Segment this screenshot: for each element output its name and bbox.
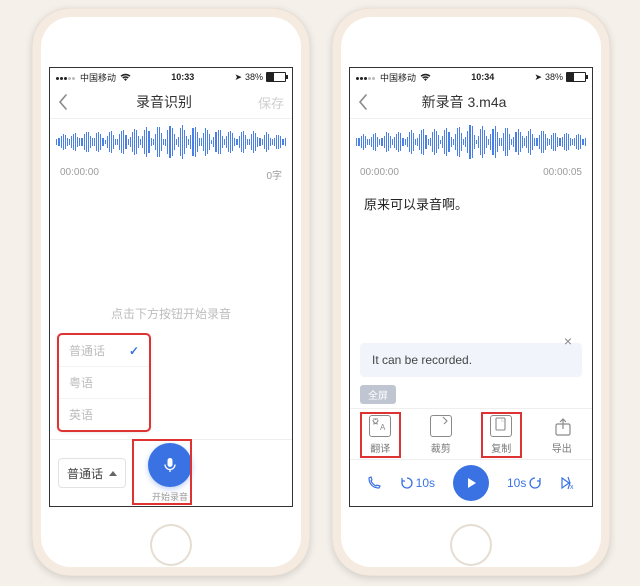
battery-text: 38%	[545, 72, 563, 82]
home-button[interactable]	[150, 524, 192, 566]
action-label: 裁剪	[431, 440, 451, 455]
check-icon: ✓	[129, 344, 139, 358]
char-count: 0字	[266, 167, 282, 182]
carrier-label: 中国移动	[80, 71, 116, 84]
translate-icon: A	[369, 415, 391, 437]
fullscreen-chip-label: 全屏	[360, 385, 396, 404]
language-option-english[interactable]: 英语	[59, 399, 149, 430]
record-button[interactable]	[148, 443, 192, 487]
status-bar: 中国移动 10:33 ➤ 38%	[50, 68, 292, 86]
waveform	[50, 119, 292, 165]
language-option-label: 普通话	[69, 342, 105, 359]
language-select-label: 普通话	[67, 465, 103, 482]
save-button[interactable]: 保存	[244, 93, 284, 112]
wifi-icon	[120, 73, 131, 82]
skip-forward-label: 10s	[507, 476, 526, 490]
svg-text:A: A	[380, 423, 386, 432]
back-button[interactable]	[358, 94, 384, 110]
transcript-text[interactable]: 原来可以录音啊。	[350, 184, 592, 213]
trim-button[interactable]: 裁剪	[411, 415, 472, 455]
translation-panel: × It can be recorded.	[360, 343, 582, 377]
close-translation-button[interactable]: ×	[560, 329, 576, 353]
transcript-placeholder: 点击下方按钮开始录音 普通话 ✓ 粤语 英语	[50, 188, 292, 439]
back-button[interactable]	[58, 94, 84, 110]
time-end: 00:00:05	[543, 167, 582, 178]
battery-icon	[566, 72, 586, 82]
location-icon: ➤	[234, 72, 242, 83]
action-label: 复制	[491, 440, 511, 455]
language-option-mandarin[interactable]: 普通话 ✓	[59, 335, 149, 367]
record-label: 开始录音	[152, 490, 188, 503]
trim-icon	[430, 415, 452, 437]
playback-row: 10s 10s x	[350, 459, 592, 506]
wifi-icon	[420, 73, 431, 82]
copy-button[interactable]: 复制	[471, 415, 532, 455]
action-label: 翻译	[370, 440, 390, 455]
battery-text: 38%	[245, 72, 263, 82]
home-button[interactable]	[450, 524, 492, 566]
translation-text: It can be recorded.	[372, 353, 472, 367]
nav-bar: 录音识别 保存	[50, 86, 292, 119]
clock: 10:33	[135, 72, 230, 82]
carrier-label: 中国移动	[380, 71, 416, 84]
language-option-cantonese[interactable]: 粤语	[59, 367, 149, 399]
page-title: 新录音 3.m4a	[384, 92, 544, 112]
svg-text:x: x	[570, 484, 574, 491]
microphone-icon	[161, 456, 179, 474]
language-select[interactable]: 普通话	[58, 458, 126, 488]
copy-icon	[490, 415, 512, 437]
time-start: 00:00:00	[360, 167, 399, 178]
skip-back-button[interactable]: 10s	[400, 476, 435, 490]
chevron-up-icon	[109, 471, 117, 476]
signal-icon	[356, 72, 376, 82]
placeholder-text: 点击下方按钮开始录音	[111, 305, 231, 322]
screen-left: 中国移动 10:33 ➤ 38% 录音识别 保存	[49, 67, 293, 507]
clock: 10:34	[435, 72, 530, 82]
battery-icon	[266, 72, 286, 82]
time-row: 00:00:00 0字	[50, 165, 292, 188]
translate-button[interactable]: A 翻译	[350, 415, 411, 455]
location-icon: ➤	[534, 72, 542, 83]
action-label: 导出	[552, 440, 572, 455]
phone-frame-left: 中国移动 10:33 ➤ 38% 录音识别 保存	[32, 8, 310, 576]
bottom-bar: 普通话 开始录音	[50, 439, 292, 506]
fullscreen-chip[interactable]: 全屏	[360, 385, 396, 404]
signal-icon	[56, 72, 76, 82]
time-start: 00:00:00	[60, 167, 99, 182]
voice-call-button[interactable]	[366, 475, 382, 491]
status-bar: 中国移动 10:34 ➤ 38%	[350, 68, 592, 86]
screen-right: 中国移动 10:34 ➤ 38% 新录音 3.m4a	[349, 67, 593, 507]
export-button[interactable]: 导出	[532, 415, 593, 455]
nav-bar: 新录音 3.m4a	[350, 86, 592, 119]
page-title: 录音识别	[84, 92, 244, 112]
language-option-label: 英语	[69, 406, 93, 423]
play-button[interactable]	[453, 465, 489, 501]
speed-button[interactable]: x	[560, 475, 576, 491]
phone-frame-right: 中国移动 10:34 ➤ 38% 新录音 3.m4a	[332, 8, 610, 576]
export-icon	[551, 415, 573, 437]
skip-back-label: 10s	[416, 476, 435, 490]
language-popup[interactable]: 普通话 ✓ 粤语 英语	[58, 334, 150, 431]
language-option-label: 粤语	[69, 374, 93, 391]
time-row: 00:00:00 00:00:05	[350, 165, 592, 184]
skip-forward-button[interactable]: 10s	[507, 476, 542, 490]
play-icon	[464, 476, 478, 490]
action-row: A 翻译 裁剪 复制	[350, 408, 592, 459]
waveform[interactable]	[350, 119, 592, 165]
